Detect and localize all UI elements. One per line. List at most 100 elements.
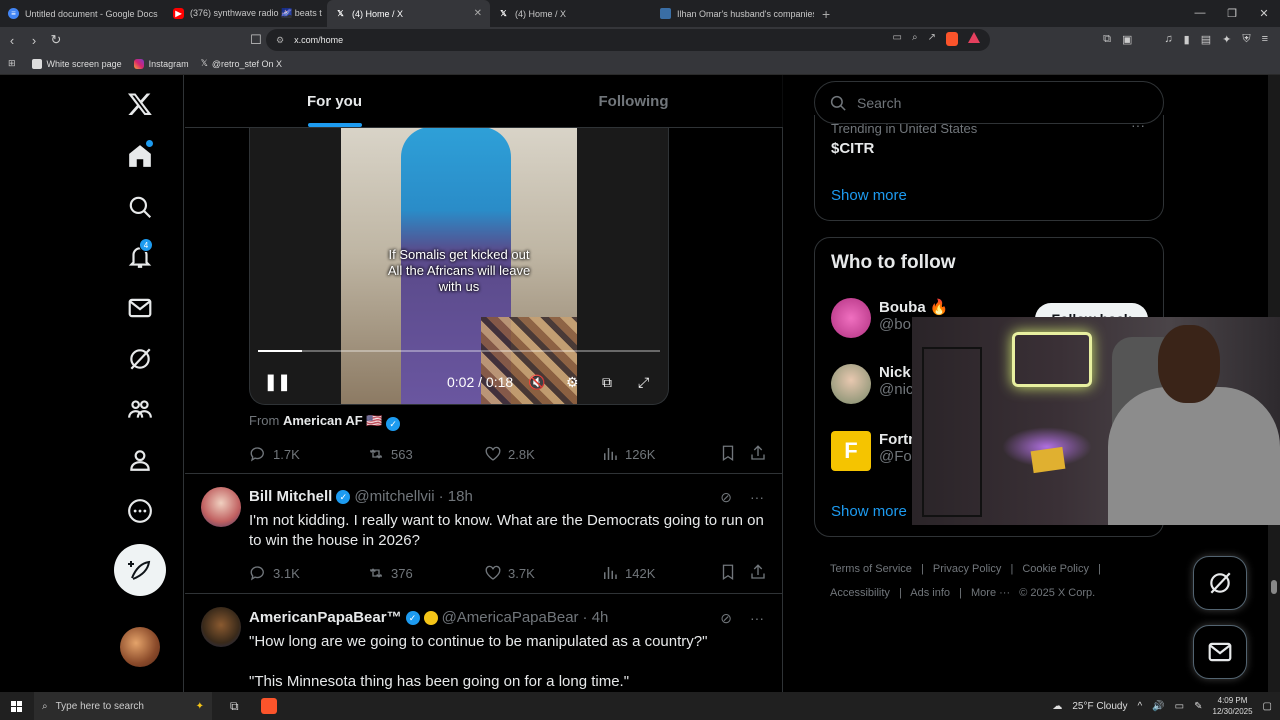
repost-button[interactable]: 563 [367,445,413,463]
ads-info-link[interactable]: Ads info [910,587,950,599]
menu-icon[interactable]: ≡ [1262,33,1268,46]
picture-in-picture-icon[interactable]: ⧉ [602,374,612,391]
forward-icon[interactable]: › [24,33,44,48]
minimize-icon[interactable]: — [1184,7,1216,20]
follow-suggestion[interactable]: Nick @nic [831,364,913,408]
fullscreen-icon[interactable]: ⤢ [638,374,649,391]
bill-mitchell-avatar[interactable] [201,487,241,527]
tab-for-you[interactable]: For you [185,75,484,127]
compose-post-button[interactable] [114,544,166,596]
reply-button[interactable]: 1.7K [249,445,300,463]
brave-rewards-icon[interactable] [968,32,980,43]
like-button[interactable]: 2.8K [484,445,535,463]
bookmark-icon[interactable] [719,563,737,584]
post-time[interactable]: · 4h [583,609,609,626]
notifications-center-icon[interactable]: ▢ [1263,701,1272,712]
taskbar-clock[interactable]: 4:09 PM 12/30/2025 [1213,695,1253,717]
author-handle[interactable]: @mitchellvii [354,488,434,505]
views-button[interactable]: 126K [601,445,655,463]
taskbar-search-input[interactable]: ⌕ Type here to search ✦ [34,692,212,720]
task-view-icon[interactable]: ⧉ [230,699,239,714]
bookmark-retro-stef[interactable]: 𝕏 @retro_stef On X [201,58,282,69]
close-window-icon[interactable]: ✕ [1248,7,1280,20]
bookmark-instagram[interactable]: Instagram [133,58,189,69]
brave-taskbar-icon[interactable] [260,698,277,714]
cast-icon[interactable]: ▭ [893,32,902,46]
bookmark-page-icon[interactable]: ☐ [246,32,266,48]
settings-gear-icon[interactable]: ⚙ [566,374,579,391]
grok-icon[interactable]: ⊘ [720,610,732,627]
volume-icon[interactable]: 🔊 [1152,701,1164,712]
account-avatar[interactable] [120,627,160,667]
more-options-icon[interactable]: ··· [750,489,764,506]
tab-x-home[interactable]: 𝕏 (4) Home / X [490,0,652,27]
nav-profile[interactable] [115,435,165,485]
repost-button[interactable]: 376 [367,564,413,582]
trend-name[interactable]: $CITR [831,140,874,157]
music-icon[interactable]: ♫ [1164,33,1172,46]
tab-youtube[interactable]: ▶ (376) synthwave radio 🌌 beats t [165,0,327,27]
more-link[interactable]: More ··· [971,587,1010,599]
like-button[interactable]: 3.7K [484,564,535,582]
share-icon[interactable] [749,563,767,584]
tab-following[interactable]: Following [484,75,783,127]
reply-button[interactable]: 3.1K [249,564,300,582]
search-input[interactable]: Search [814,81,1164,124]
brave-shields-icon[interactable] [946,32,958,46]
reload-icon[interactable]: ↻ [46,32,66,48]
nav-messages[interactable] [115,283,165,333]
tab-google-docs[interactable]: ≡ Untitled document - Google Docs [0,0,165,27]
restore-icon[interactable]: ❐ [1216,7,1248,20]
apps-grid-icon[interactable]: ⊞ [8,58,16,69]
tray-overflow-icon[interactable]: ^ [1138,701,1143,712]
weather-text[interactable]: 25°F Cloudy [1072,701,1127,712]
pen-icon[interactable]: ✎ [1194,701,1202,712]
video-player[interactable]: If Somalis get kicked out All the Africa… [249,127,669,405]
pause-icon[interactable]: ❚❚ [264,372,291,392]
url-field[interactable]: ⚙ x.com/home ▭ ⌕ ↗ [266,29,990,51]
grok-icon[interactable]: ⊘ [720,489,732,506]
zoom-icon[interactable]: ⌕ [912,32,918,46]
author-name[interactable]: Bill Mitchell [249,488,332,505]
author-name[interactable]: AmericanPapaBear™ [249,609,402,626]
nav-home[interactable] [115,131,165,181]
nav-more[interactable] [115,486,165,536]
video-source-attribution[interactable]: From American AF 🇺🇸 ✓ [249,413,401,431]
wallet-icon[interactable]: ▤ [1201,33,1211,46]
windows-start-icon[interactable] [11,700,22,712]
network-icon[interactable]: ▭ [1175,701,1184,712]
tab-x-home-active[interactable]: 𝕏 (4) Home / X ✕ [327,0,490,27]
screenshot-icon[interactable]: ▣ [1122,33,1132,46]
vpn-icon[interactable]: ⛨ [1242,33,1250,46]
new-tab-button[interactable]: + [814,6,838,22]
sidebar-icon[interactable]: ▮ [1184,33,1190,46]
weather-icon[interactable]: ☁ [1052,701,1062,712]
bookmark-white-screen[interactable]: White screen page [31,58,122,69]
more-options-icon[interactable]: ··· [750,610,764,627]
back-icon[interactable]: ‹ [2,33,22,48]
close-tab-icon[interactable]: ✕ [468,8,482,19]
post-time[interactable]: · 18h [439,488,473,505]
grok-floating-button[interactable] [1193,556,1247,610]
nav-explore[interactable] [115,182,165,232]
nav-notifications[interactable]: 4 [115,232,165,282]
mute-icon[interactable]: 🔇 [528,374,545,391]
share-icon[interactable] [749,444,767,465]
video-progress-bar[interactable] [258,350,660,352]
tab-article[interactable]: Ilhan Omar's husband's companies s [652,0,814,27]
site-info-icon[interactable]: ⚙ [276,35,284,46]
show-more-suggestions-link[interactable]: Show more [831,503,907,520]
extensions-icon[interactable]: ⧉ [1103,33,1111,46]
follow-suggestion[interactable]: F Fortn @For [831,431,917,475]
bookmark-icon[interactable] [719,444,737,465]
x-logo-home-link[interactable] [115,79,165,129]
nav-grok[interactable] [115,334,165,384]
leo-ai-icon[interactable]: ✦ [1222,33,1231,46]
author-handle[interactable]: @AmericaPapaBear [442,609,579,626]
americanpapabear-avatar[interactable] [201,607,241,647]
cookie-link[interactable]: Cookie Policy [1022,563,1089,575]
terms-link[interactable]: Terms of Service [830,563,912,575]
messages-floating-button[interactable] [1193,625,1247,679]
scrollbar-thumb[interactable] [1271,580,1277,594]
views-button[interactable]: 142K [601,564,655,582]
